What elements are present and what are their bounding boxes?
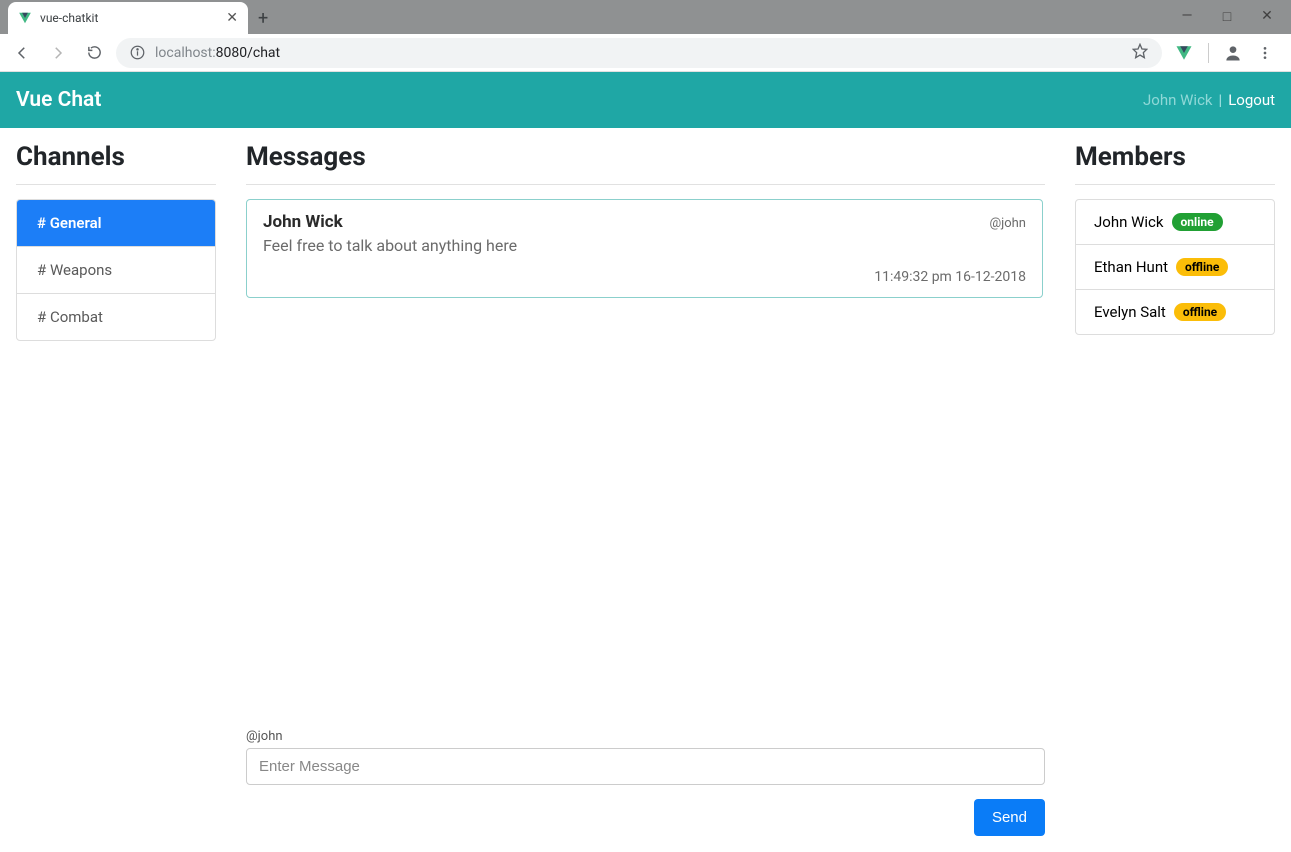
window-controls: — □ ✕ [1179, 0, 1291, 33]
member-name: Ethan Hunt [1094, 258, 1168, 276]
window-minimize-icon[interactable]: — [1179, 8, 1195, 25]
reload-icon[interactable] [80, 39, 108, 67]
members-divider [1075, 184, 1275, 185]
current-user-name: John Wick [1143, 91, 1213, 109]
message-sender: John Wick [263, 212, 343, 232]
member-name: John Wick [1094, 213, 1164, 231]
browser-menu-icon[interactable] [1251, 39, 1279, 67]
tab-close-icon[interactable]: ✕ [226, 10, 238, 26]
app-title: Vue Chat [16, 88, 101, 112]
main-layout: Channels # General # Weapons # Combat Me… [0, 128, 1291, 852]
messages-column: Messages John Wick @john Feel free to ta… [246, 142, 1045, 838]
browser-tab-strip: vue-chatkit ✕ + — □ ✕ [0, 0, 1291, 34]
browser-right-icons [1170, 39, 1283, 67]
channels-title: Channels [16, 142, 216, 172]
member-list: John Wick online Ethan Hunt offline Evel… [1075, 199, 1275, 335]
nav-back-icon[interactable] [8, 39, 36, 67]
message-handle: @john [989, 216, 1026, 231]
member-item: Evelyn Salt offline [1076, 290, 1274, 334]
message-header: John Wick @john [263, 212, 1026, 232]
status-badge: offline [1176, 258, 1228, 276]
star-icon[interactable] [1132, 43, 1148, 63]
channels-divider [16, 184, 216, 185]
app-header: Vue Chat John Wick | Logout [0, 72, 1291, 128]
tab-title: vue-chatkit [40, 11, 226, 25]
message-body: Feel free to talk about anything here [263, 236, 1026, 255]
vue-extension-icon[interactable] [1170, 39, 1198, 67]
user-separator: | [1219, 91, 1223, 109]
window-maximize-icon[interactable]: □ [1219, 8, 1235, 25]
info-icon [130, 45, 145, 60]
message-timestamp: 11:49:32 pm 16-12-2018 [263, 269, 1026, 285]
messages-title: Messages [246, 142, 1045, 172]
compose-area: @john Send [246, 729, 1045, 836]
member-name: Evelyn Salt [1094, 303, 1166, 321]
channel-item-weapons[interactable]: # Weapons [17, 247, 215, 294]
logout-link[interactable]: Logout [1228, 91, 1275, 109]
vue-favicon-icon [18, 11, 32, 25]
member-item: John Wick online [1076, 200, 1274, 245]
status-badge: online [1172, 213, 1223, 231]
message-input[interactable] [246, 748, 1045, 785]
profile-icon[interactable] [1219, 39, 1247, 67]
address-bar[interactable]: localhost:8080/chat [116, 38, 1162, 68]
new-tab-button[interactable]: + [258, 8, 268, 29]
browser-tab[interactable]: vue-chatkit ✕ [8, 2, 248, 34]
channel-item-general[interactable]: # General [17, 200, 215, 247]
toolbar-divider [1208, 43, 1209, 63]
send-button[interactable]: Send [974, 799, 1045, 836]
members-title: Members [1075, 142, 1275, 172]
messages-scroll-area[interactable]: John Wick @john Feel free to talk about … [246, 199, 1045, 719]
member-item: Ethan Hunt offline [1076, 245, 1274, 290]
status-badge: offline [1174, 303, 1226, 321]
members-column: Members John Wick online Ethan Hunt offl… [1075, 142, 1275, 838]
message-card: John Wick @john Feel free to talk about … [246, 199, 1043, 298]
nav-forward-icon[interactable] [44, 39, 72, 67]
channel-item-combat[interactable]: # Combat [17, 294, 215, 340]
user-area: John Wick | Logout [1143, 91, 1275, 109]
window-close-icon[interactable]: ✕ [1259, 8, 1275, 25]
compose-handle-label: @john [246, 729, 1045, 744]
messages-divider [246, 184, 1045, 185]
url-text: localhost:8080/chat [155, 45, 280, 61]
channels-column: Channels # General # Weapons # Combat [16, 142, 216, 838]
browser-toolbar: localhost:8080/chat [0, 34, 1291, 72]
channel-list: # General # Weapons # Combat [16, 199, 216, 341]
